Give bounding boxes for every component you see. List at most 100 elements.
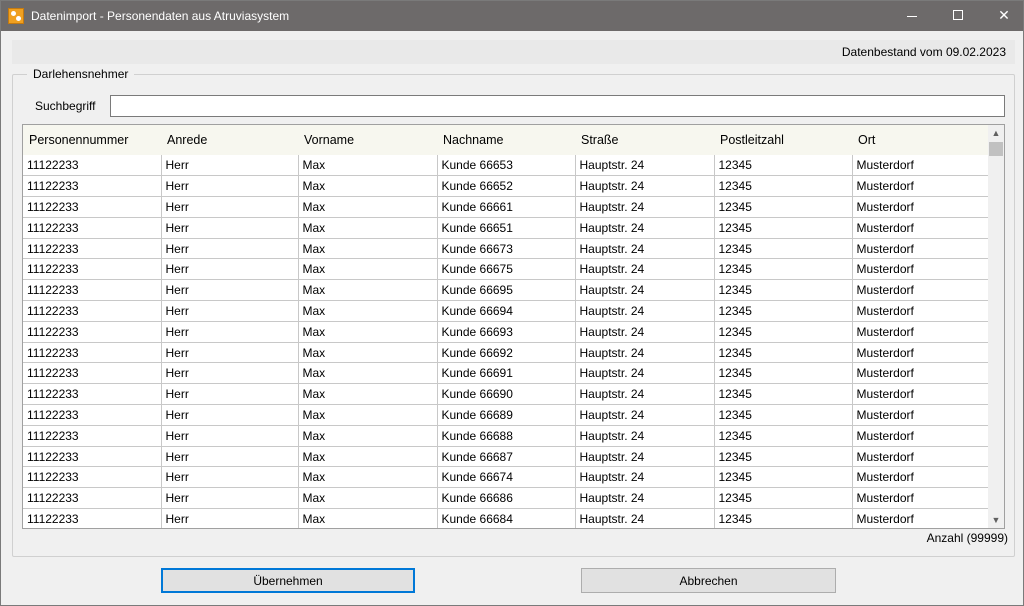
table-cell[interactable]: Max <box>298 487 438 510</box>
table-row[interactable]: 11122233 Herr Max Kunde 66686 Hauptstr. 24 12… <box>23 487 989 510</box>
table-cell[interactable]: 12345 <box>714 155 853 177</box>
table-cell[interactable]: Max <box>298 279 438 302</box>
maximize-button[interactable] <box>935 1 981 31</box>
table-cell[interactable]: Musterdorf <box>852 487 989 510</box>
table-cell[interactable]: Max <box>298 383 438 406</box>
table-row[interactable]: 11122233 Herr Max Kunde 66692 Hauptstr. 24 12… <box>23 342 989 364</box>
table-cell[interactable]: Hauptstr. 24 <box>575 404 715 426</box>
table-cell[interactable]: 12345 <box>714 487 853 510</box>
table-cell[interactable]: Musterdorf <box>852 155 989 177</box>
table-cell[interactable]: Kunde 66652 <box>437 175 576 198</box>
table-cell[interactable]: Herr <box>161 300 299 322</box>
scroll-up-icon[interactable]: ▲ <box>988 125 1004 141</box>
apply-button[interactable]: Übernehmen <box>161 568 415 593</box>
table-cell[interactable]: Herr <box>161 258 299 281</box>
table-cell[interactable]: 12345 <box>714 258 853 281</box>
table-cell[interactable]: Herr <box>161 508 299 528</box>
table-cell[interactable]: 12345 <box>714 362 853 385</box>
table-cell[interactable]: 11122233 <box>23 342 162 364</box>
table-cell[interactable]: Kunde 66651 <box>437 217 576 239</box>
table-cell[interactable]: 11122233 <box>23 300 162 322</box>
table-cell[interactable]: Kunde 66694 <box>437 300 576 322</box>
column-header[interactable]: Vorname <box>298 125 437 155</box>
vertical-scrollbar[interactable]: ▲ ▼ <box>988 125 1004 528</box>
table-cell[interactable]: 11122233 <box>23 196 162 218</box>
table-row[interactable]: 11122233 Herr Max Kunde 66651 Hauptstr. 24 12… <box>23 217 989 239</box>
table-cell[interactable]: 11122233 <box>23 362 162 385</box>
table-cell[interactable]: Musterdorf <box>852 342 989 364</box>
table-cell[interactable]: Musterdorf <box>852 196 989 218</box>
table-row[interactable]: 11122233 Herr Max Kunde 66690 Hauptstr. 24 12… <box>23 383 989 406</box>
table-cell[interactable]: 11122233 <box>23 487 162 510</box>
table-cell[interactable]: Max <box>298 321 438 343</box>
table-cell[interactable]: 11122233 <box>23 321 162 343</box>
close-button[interactable]: ✕ <box>981 1 1024 31</box>
table-cell[interactable]: 12345 <box>714 425 853 447</box>
table-row[interactable]: 11122233 Herr Max Kunde 66693 Hauptstr. 24 12… <box>23 321 989 343</box>
table-cell[interactable]: Kunde 66688 <box>437 425 576 447</box>
minimize-button[interactable] <box>889 1 935 31</box>
table-cell[interactable]: Hauptstr. 24 <box>575 383 715 406</box>
table-cell[interactable]: Herr <box>161 362 299 385</box>
table-cell[interactable]: Musterdorf <box>852 362 989 385</box>
title-bar[interactable]: Datenimport - Personendaten aus Atruvias… <box>1 1 1023 31</box>
table-cell[interactable]: 11122233 <box>23 446 162 468</box>
table-row[interactable]: 11122233 Herr Max Kunde 66691 Hauptstr. 24 12… <box>23 362 989 385</box>
table-cell[interactable]: Hauptstr. 24 <box>575 446 715 468</box>
table-cell[interactable]: 12345 <box>714 404 853 426</box>
table-cell[interactable]: Hauptstr. 24 <box>575 258 715 281</box>
table-cell[interactable]: Kunde 66674 <box>437 466 576 489</box>
table-cell[interactable]: 12345 <box>714 196 853 218</box>
table-cell[interactable]: Herr <box>161 155 299 177</box>
column-header[interactable]: Nachname <box>437 125 575 155</box>
table-cell[interactable]: Max <box>298 238 438 260</box>
column-header[interactable]: Postleitzahl <box>714 125 852 155</box>
table-cell[interactable]: Max <box>298 362 438 385</box>
column-header[interactable]: Ort <box>852 125 989 155</box>
column-header[interactable]: Straße <box>575 125 714 155</box>
table-cell[interactable]: Musterdorf <box>852 404 989 426</box>
table-cell[interactable]: Kunde 66686 <box>437 487 576 510</box>
table-cell[interactable]: Musterdorf <box>852 383 989 406</box>
table-cell[interactable]: Musterdorf <box>852 425 989 447</box>
table-cell[interactable]: 12345 <box>714 342 853 364</box>
table-cell[interactable]: Kunde 66661 <box>437 196 576 218</box>
table-row[interactable]: 11122233 Herr Max Kunde 66652 Hauptstr. 24 12… <box>23 175 989 198</box>
table-cell[interactable]: 11122233 <box>23 155 162 177</box>
table-cell[interactable]: Herr <box>161 425 299 447</box>
table-cell[interactable]: Kunde 66692 <box>437 342 576 364</box>
table-cell[interactable]: 12345 <box>714 383 853 406</box>
table-cell[interactable]: Musterdorf <box>852 258 989 281</box>
table-cell[interactable]: Max <box>298 404 438 426</box>
table-cell[interactable]: 11122233 <box>23 425 162 447</box>
table-cell[interactable]: Hauptstr. 24 <box>575 342 715 364</box>
table-row[interactable]: 11122233 Herr Max Kunde 66694 Hauptstr. 24 12… <box>23 300 989 322</box>
table-cell[interactable]: Musterdorf <box>852 175 989 198</box>
table-cell[interactable]: 11122233 <box>23 508 162 528</box>
table-cell[interactable]: 11122233 <box>23 279 162 302</box>
table-cell[interactable]: 12345 <box>714 446 853 468</box>
table-cell[interactable]: Kunde 66673 <box>437 238 576 260</box>
column-header[interactable]: Personennummer <box>23 125 161 155</box>
table-cell[interactable]: Kunde 66690 <box>437 383 576 406</box>
table-cell[interactable]: Kunde 66653 <box>437 155 576 177</box>
table-cell[interactable]: 12345 <box>714 300 853 322</box>
table-row[interactable]: 11122233 Herr Max Kunde 66684 Hauptstr. 24 12… <box>23 508 989 528</box>
table-row[interactable]: 11122233 Herr Max Kunde 66687 Hauptstr. 24 12… <box>23 446 989 468</box>
table-cell[interactable]: Musterdorf <box>852 279 989 302</box>
table-row[interactable]: 11122233 Herr Max Kunde 66675 Hauptstr. 24 12… <box>23 258 989 281</box>
table-cell[interactable]: Musterdorf <box>852 466 989 489</box>
table-cell[interactable]: Musterdorf <box>852 300 989 322</box>
table-cell[interactable]: Herr <box>161 466 299 489</box>
table-row[interactable]: 11122233 Herr Max Kunde 66653 Hauptstr. 24 12… <box>23 155 989 177</box>
table-cell[interactable]: Herr <box>161 487 299 510</box>
table-cell[interactable]: Herr <box>161 342 299 364</box>
cancel-button[interactable]: Abbrechen <box>581 568 836 593</box>
table-cell[interactable]: 11122233 <box>23 466 162 489</box>
table-cell[interactable]: Kunde 66693 <box>437 321 576 343</box>
table-cell[interactable]: Herr <box>161 404 299 426</box>
table-row[interactable]: 11122233 Herr Max Kunde 66689 Hauptstr. 24 12… <box>23 404 989 426</box>
table-cell[interactable]: Hauptstr. 24 <box>575 487 715 510</box>
table-cell[interactable]: Max <box>298 258 438 281</box>
table-cell[interactable]: Max <box>298 175 438 198</box>
